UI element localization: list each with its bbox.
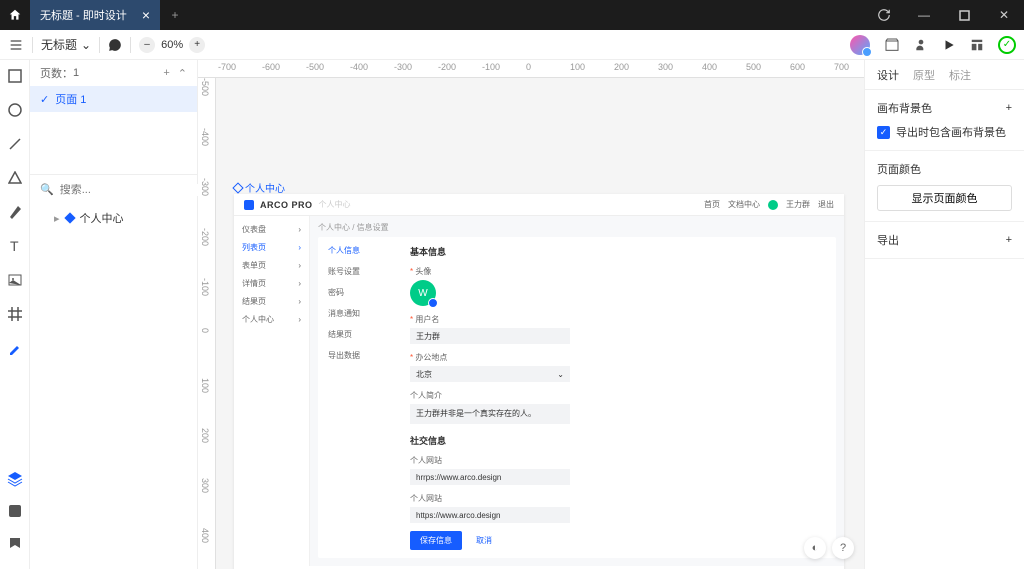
avatar: W [410,280,436,306]
pages-header: 页数：1 + ⌃ [30,60,197,86]
ruler-vertical: -500-400-300-200-1000100200300400500 [198,78,216,569]
tool-rail: T [0,60,30,569]
logo-icon [244,200,254,210]
window-tab[interactable]: 无标题 - 即时设计 × [30,0,160,30]
sync-status-icon[interactable]: ✓ [998,36,1016,54]
right-panel: 设计 原型 标注 画布背景色 + ✓ 导出时包含画布背景色 页面颜色 显示页面颜… [864,60,1024,569]
polygon-tool-icon[interactable] [5,168,25,188]
ruler-horizontal: -700-600-500-400-300-200-100010020030040… [198,60,864,78]
zoom-control: – 60% + [139,37,205,53]
svg-text:T: T [10,239,19,253]
add-page-icon[interactable]: + [163,67,169,80]
top-toolbar: 无标题⌄ – 60% + ✓ [0,30,1024,60]
component-icon [64,212,75,223]
subnav-item: 密码 [328,287,388,298]
zoom-in-button[interactable]: + [189,37,205,53]
close-icon[interactable]: × [142,7,150,23]
share-icon[interactable] [914,38,928,52]
cancel-button: 取消 [468,531,500,550]
expand-icon[interactable]: ▸ [54,212,60,225]
help-icon[interactable]: ? [832,537,854,559]
ellipse-tool-icon[interactable] [5,100,25,120]
component-icon[interactable] [884,37,900,53]
minimize-icon[interactable]: — [904,0,944,30]
add-tab-button[interactable]: + [160,8,190,22]
chevron-down-icon: ⌄ [557,370,564,379]
line-tool-icon[interactable] [5,134,25,154]
mockup-sidebar: 仪表盘›列表页›表单页›详情页›结果页›个人中心› [234,216,310,566]
zoom-out-button[interactable]: – [139,37,155,53]
image-tool-icon[interactable] [5,270,25,290]
mockup-subnav: 个人信息账号设置密码消息通知结果页导出数据 [318,237,398,558]
tab-title: 无标题 - 即时设计 [40,7,127,23]
doc-name-dropdown[interactable]: 无标题⌄ [41,36,91,53]
website-input-1: hrrps://www.arco.design [410,469,570,485]
save-button: 保存信息 [410,531,462,550]
page-color-title: 页面颜色 [877,161,921,177]
sidebar-item: 仪表盘› [234,220,309,238]
tab-prototype[interactable]: 原型 [913,67,935,83]
canvas[interactable]: -700-600-500-400-300-200-100010020030040… [198,60,864,569]
office-select: 北京⌄ [410,366,570,382]
frame-tool-icon[interactable] [5,304,25,324]
export-title: 导出 [877,232,899,248]
add-bg-icon[interactable]: + [1006,102,1012,114]
close-window-icon[interactable]: ✕ [984,0,1024,30]
collapse-pages-icon[interactable]: ⌃ [178,67,187,80]
chevron-down-icon: ⌄ [81,38,91,52]
avatar-icon [768,200,778,210]
play-icon[interactable] [942,38,956,52]
home-icon[interactable] [0,0,30,30]
rectangle-tool-icon[interactable] [5,66,25,86]
show-page-color-button[interactable]: 显示页面颜色 [877,185,1012,211]
bio-textarea: 王力群并非是一个真实存在的人。 [410,404,570,424]
search-input[interactable] [60,184,202,196]
check-icon: ✓ [40,93,49,106]
subnav-item: 账号设置 [328,266,388,277]
website-input-2: https://www.arco.design [410,507,570,523]
page-item[interactable]: ✓ 页面 1 [30,86,197,112]
subnav-item: 结果页 [328,329,388,340]
frame-label[interactable]: 个人中心 [234,180,285,195]
refresh-icon[interactable] [864,0,904,30]
sidebar-item: 详情页› [234,274,309,292]
theme-toggle-icon[interactable]: ◐ [804,537,826,559]
left-panel: 页数：1 + ⌃ ✓ 页面 1 🔍 ☰ ▸ 个人中心 [30,60,198,569]
text-tool-icon[interactable]: T [5,236,25,256]
tab-inspect[interactable]: 标注 [949,67,971,83]
username-input: 王力群 [410,328,570,344]
title-bar: 无标题 - 即时设计 × + — ✕ [0,0,1024,30]
sidebar-item: 结果页› [234,292,309,310]
user-avatar[interactable] [850,35,870,55]
mockup-form: 基本信息 * 头像 W * 用户名 王力群 * 办公地点 [398,237,836,558]
layout-icon[interactable] [970,38,984,52]
zoom-value[interactable]: 60% [161,39,183,51]
assets-icon[interactable] [5,501,25,521]
comment-icon[interactable] [108,38,122,52]
sidebar-item: 个人中心› [234,310,309,328]
panel-tabs: 设计 原型 标注 [865,60,1024,90]
layer-search: 🔍 ☰ [30,174,197,204]
bg-title: 画布背景色 [877,100,932,116]
library-icon[interactable] [5,533,25,553]
sidebar-item: 列表页› [234,238,309,256]
pen-tool-icon[interactable] [5,202,25,222]
subnav-item: 个人信息 [328,245,388,256]
menu-icon[interactable] [8,37,24,53]
eyedropper-tool-icon[interactable] [5,338,25,358]
search-icon: 🔍 [40,183,54,196]
design-frame[interactable]: ARCO PRO 个人中心 首页 文档中心 王力群 退出 仪表盘›列表页›表单页… [234,194,844,569]
breadcrumb: 个人中心 / 信息设置 [318,222,836,233]
subnav-item: 导出数据 [328,350,388,361]
subnav-item: 消息通知 [328,308,388,319]
add-export-icon[interactable]: + [1006,234,1012,246]
layers-icon[interactable] [5,469,25,489]
bg-export-checkbox[interactable]: ✓ [877,126,890,139]
layer-item[interactable]: ▸ 个人中心 [30,206,197,230]
maximize-icon[interactable] [944,0,984,30]
mockup-header: ARCO PRO 个人中心 首页 文档中心 王力群 退出 [234,194,844,216]
tab-design[interactable]: 设计 [877,67,899,83]
sidebar-item: 表单页› [234,256,309,274]
